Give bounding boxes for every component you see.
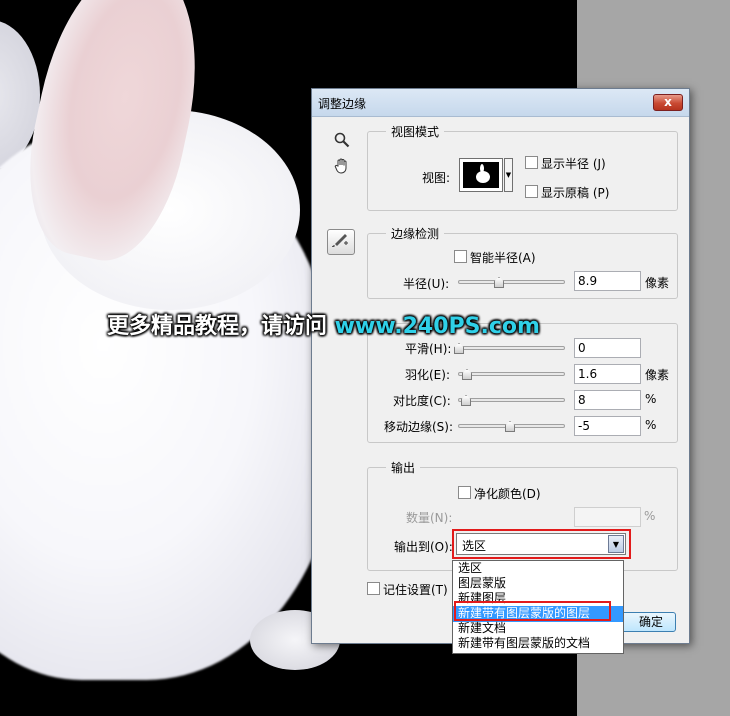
show-radius-label: 显示半径 (J): [541, 157, 606, 171]
ok-label: 确定: [638, 615, 663, 629]
dropdown-option[interactable]: 图层蒙版: [453, 576, 623, 592]
zoom-tool-icon[interactable]: [331, 132, 353, 154]
smart-radius-checkbox[interactable]: [454, 250, 467, 263]
remember-settings-checkbox[interactable]: [367, 582, 380, 595]
feather-input[interactable]: 1.6: [574, 364, 641, 384]
select-highlight-box: [452, 529, 631, 559]
watermark-text: 更多精品教程，请访问: [107, 314, 335, 339]
output-legend: 输出: [386, 459, 421, 476]
amount-input: [574, 507, 641, 527]
close-button[interactable]: x: [653, 94, 683, 111]
smooth-slider-track[interactable]: [458, 346, 565, 350]
feather-unit: 像素: [645, 368, 670, 382]
refine-radius-tool-icon[interactable]: [327, 229, 355, 255]
view-dropdown-arrow-icon[interactable]: ▼: [504, 158, 513, 192]
radius-label: 半径(U):: [403, 277, 450, 291]
radius-input[interactable]: 8.9: [574, 271, 641, 291]
contrast-label: 对比度(C):: [393, 394, 451, 408]
contrast-input[interactable]: 8: [574, 390, 641, 410]
shift-edge-unit: %: [645, 418, 657, 432]
output-to-label: 输出到(O):: [394, 540, 453, 554]
view-label: 视图:: [422, 171, 451, 185]
smooth-label: 平滑(H):: [405, 342, 452, 356]
option-highlight-box: [454, 601, 611, 621]
dropdown-option[interactable]: 选区: [453, 561, 623, 577]
shift-edge-input[interactable]: -5: [574, 416, 641, 436]
shift-edge-label: 移动边缘(S):: [384, 420, 454, 434]
watermark-url: www.240PS.com: [334, 314, 540, 339]
watermark: 更多精品教程，请访问 www.240PS.com: [107, 308, 540, 340]
show-original-label: 显示原稿 (P): [541, 186, 610, 200]
show-radius-checkbox[interactable]: [525, 156, 538, 169]
decontaminate-checkbox[interactable]: [458, 486, 471, 499]
feather-slider-track[interactable]: [458, 372, 565, 376]
decontaminate-label: 净化颜色(D): [474, 487, 541, 501]
radius-slider-track[interactable]: [458, 280, 565, 284]
feather-label: 羽化(E):: [405, 368, 450, 382]
edge-detection-legend: 边缘检测: [386, 225, 445, 242]
radius-unit: 像素: [645, 276, 670, 290]
smart-radius-label: 智能半径(A): [470, 251, 536, 265]
contrast-slider-track[interactable]: [458, 398, 565, 402]
view-mode-legend: 视图模式: [386, 123, 445, 140]
amount-unit: %: [644, 509, 656, 523]
dialog-title: 调整边缘: [318, 97, 367, 111]
hand-tool-icon[interactable]: [331, 157, 353, 179]
amount-label: 数量(N):: [406, 511, 453, 525]
smooth-input[interactable]: 0: [574, 338, 641, 358]
contrast-unit: %: [645, 392, 657, 406]
remember-settings-label: 记住设置(T): [383, 583, 448, 597]
dropdown-option[interactable]: 新建带有图层蒙版的文档: [453, 636, 623, 652]
dropdown-option[interactable]: 新建文档: [453, 621, 623, 637]
rabbit-thumbnail-image: [463, 162, 499, 188]
titlebar: 调整边缘 x: [312, 89, 689, 117]
view-thumbnail[interactable]: [459, 158, 503, 192]
view-mode-group: 视图模式: [367, 123, 678, 211]
show-original-checkbox[interactable]: [525, 185, 538, 198]
